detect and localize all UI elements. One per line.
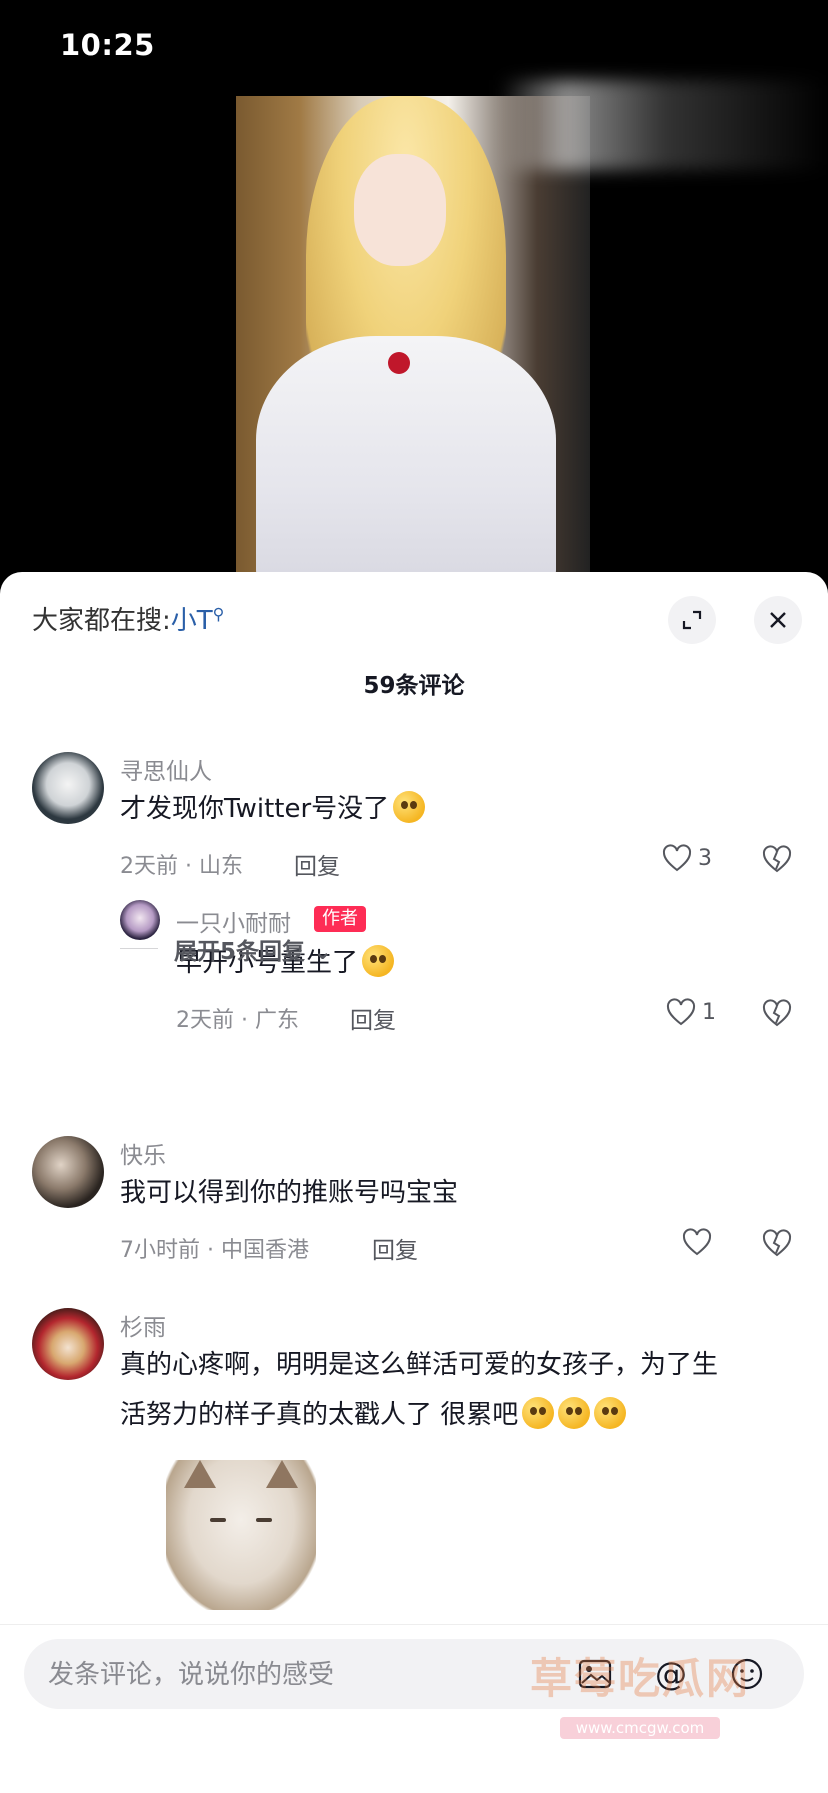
cat-eye — [256, 1518, 272, 1522]
comment-meta: 2天前 · 山东 — [120, 854, 243, 879]
comment-text: 才发现你Twitter号没了 — [120, 784, 426, 834]
avatar[interactable] — [32, 1308, 104, 1380]
comment-username[interactable]: 快乐 — [120, 1136, 166, 1170]
expand-replies-button[interactable]: 展开5条回复 ⌄ — [174, 932, 332, 966]
expand-icon — [682, 610, 702, 630]
cat-sticker-image[interactable] — [166, 1460, 316, 1610]
like-button[interactable]: 3 — [662, 844, 712, 872]
comment-text-line-1: 真的心疼啊，明明是这么鲜活可爱的女孩子，为了生 — [120, 1350, 719, 1380]
status-time: 10:25 — [60, 28, 155, 62]
reply-meta: 2天前 · 广东 — [176, 1008, 299, 1033]
comment-count: 59条评论 — [363, 673, 465, 699]
comment-sheet: 大家都在搜:小T⚲ 59条评论 寻思仙人 才发现你Twitter号没了 2天前 … — [0, 572, 828, 1792]
like-button[interactable]: 1 — [666, 998, 716, 1026]
cat-eye — [210, 1518, 226, 1522]
expand-divider — [120, 948, 158, 949]
chevron-down-icon: ⌄ — [305, 939, 333, 965]
reply-avatar[interactable] — [120, 900, 160, 940]
broken-heart-icon — [762, 999, 792, 1027]
like-count: 3 — [698, 845, 712, 871]
photo-dress — [256, 336, 556, 580]
comment-username[interactable]: 杉雨 — [120, 1308, 166, 1342]
close-button[interactable] — [754, 596, 802, 644]
author-badge: 作者 — [314, 906, 366, 932]
pleading-face-emoji-icon — [558, 1397, 591, 1429]
dislike-button[interactable] — [762, 1229, 792, 1261]
heart-icon — [666, 998, 696, 1026]
search-icon: ⚲ — [212, 604, 225, 624]
cat-ear — [266, 1460, 298, 1488]
laugh-cry-emoji-icon — [393, 791, 426, 823]
comment-text: 我可以得到你的推账号吗宝宝 — [120, 1178, 459, 1208]
cat-ear — [184, 1460, 216, 1488]
photo-face — [354, 154, 446, 266]
like-button[interactable] — [682, 1228, 712, 1256]
comment-input[interactable] — [46, 1653, 530, 1697]
reply-button[interactable]: 回复 — [350, 1001, 396, 1035]
photo-gem — [388, 352, 410, 374]
broken-heart-icon — [762, 1229, 792, 1257]
heart-icon — [682, 1228, 712, 1256]
search-prefix: 大家都在搜: — [32, 606, 171, 636]
dislike-button[interactable] — [762, 845, 792, 877]
pleading-face-emoji-icon — [594, 1397, 627, 1429]
dislike-button[interactable] — [762, 999, 792, 1031]
screen-glare — [500, 80, 828, 170]
reply-button[interactable]: 回复 — [294, 847, 340, 881]
reply-button[interactable]: 回复 — [372, 1231, 418, 1265]
comment-text-line-2: 活努力的样子真的太戳人了 很累吧 — [120, 1390, 627, 1440]
expand-button[interactable] — [668, 596, 716, 644]
comment-username[interactable]: 寻思仙人 — [120, 752, 212, 786]
broken-heart-icon — [762, 845, 792, 873]
like-count: 1 — [702, 999, 716, 1025]
avatar[interactable] — [32, 752, 104, 824]
comment-meta: 7小时前 · 中国香港 — [120, 1238, 309, 1263]
search-keyword[interactable]: 小T — [171, 606, 213, 636]
pleading-face-emoji-icon — [522, 1397, 555, 1429]
watermark-logo: 草莓吃瓜网 — [530, 1654, 751, 1703]
heart-icon — [662, 844, 692, 872]
smirk-emoji-icon — [362, 945, 395, 977]
comment-composer-bar: @ 草莓吃瓜网 www.cmcgw.com — [0, 1624, 828, 1793]
watermark-url: www.cmcgw.com — [560, 1717, 720, 1739]
search-suggestion[interactable]: 大家都在搜:小T⚲ — [32, 600, 224, 637]
close-icon — [770, 612, 786, 628]
avatar[interactable] — [32, 1136, 104, 1208]
